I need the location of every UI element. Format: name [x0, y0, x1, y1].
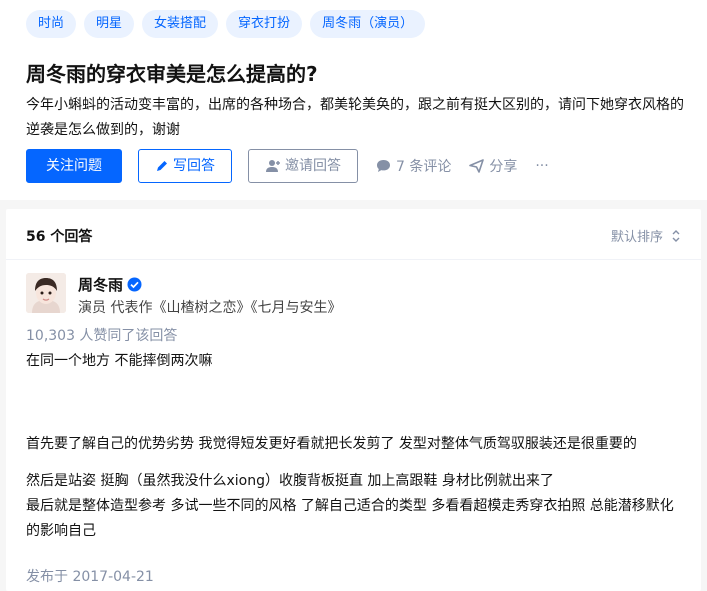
share-button[interactable]: 分享	[469, 156, 517, 176]
topic-tag[interactable]: 女装搭配	[142, 10, 219, 38]
comment-icon	[376, 159, 391, 173]
write-answer-label: 写回答	[173, 158, 215, 174]
sort-dropdown[interactable]: 默认排序	[611, 226, 681, 245]
comments-button[interactable]: 7 条评论	[376, 156, 451, 176]
author-info: 周冬雨 演员 代表作《山楂树之恋》《七月与安生》	[78, 273, 341, 317]
question-description: 今年小蝌蚪的活动变丰富的，出席的各种场合，都美轮美奂的，跟之前有挺大区别的，请问…	[26, 97, 684, 138]
sort-label: 默认排序	[610, 230, 663, 245]
avatar[interactable]	[26, 273, 66, 313]
answer-count: 56 个回答	[26, 229, 93, 245]
vote-count: 10,303 人赞同了该回答	[26, 328, 178, 344]
topic-tag[interactable]: 周冬雨（演员）	[310, 10, 426, 38]
topic-tag[interactable]: 穿衣打扮	[226, 10, 303, 38]
share-label: 分享	[489, 159, 518, 175]
more-button[interactable]: ···	[535, 158, 548, 174]
invite-answer-button[interactable]: 邀请回答	[248, 149, 358, 183]
follow-question-label: 关注问题	[46, 158, 102, 174]
share-icon	[469, 159, 485, 173]
pen-icon	[155, 159, 169, 173]
author-bio: 演员 代表作《山楂树之恋》《七月与安生》	[78, 300, 342, 316]
answer-list-card: 56 个回答 默认排序 周冬雨 演员 代表作《山楂树之恋》《七月与安生》 10,…	[6, 209, 701, 591]
answer-author: 周冬雨 演员 代表作《山楂树之恋》《七月与安生》	[26, 273, 341, 317]
invite-answer-label: 邀请回答	[285, 158, 341, 174]
topic-tag[interactable]: 时尚	[26, 10, 77, 38]
publish-date[interactable]: 发布于 2017-04-21	[26, 566, 154, 586]
question-card: 时尚 明星 女装搭配 穿衣打扮 周冬雨（演员） 周冬雨的穿衣审美是怎么提高的? …	[0, 0, 707, 200]
verified-icon	[127, 277, 142, 292]
answer-paragraph: 在同一个地方 不能摔倒两次嘛	[26, 353, 213, 369]
comments-label: 7 条评论	[396, 159, 452, 175]
answer-paragraph: 首先要了解自己的优势劣势 我觉得短发更好看就把长发剪了 发型对整体气质驾驭服装还…	[26, 436, 637, 452]
author-name-row: 周冬雨	[78, 273, 341, 295]
question-title: 周冬雨的穿衣审美是怎么提高的?	[26, 62, 318, 86]
answer-content: 在同一个地方 不能摔倒两次嘛 首先要了解自己的优势劣势 我觉得短发更好看就把长发…	[26, 349, 681, 544]
answer-list-header: 56 个回答 默认排序	[26, 226, 681, 246]
sort-icon	[671, 229, 681, 243]
topic-tag[interactable]: 明星	[84, 10, 135, 38]
more-label: ···	[535, 158, 549, 174]
follow-question-button[interactable]: 关注问题	[26, 149, 122, 183]
answer-paragraph: 然后是站姿 挺胸（虽然我没什么xiong）收腹背板挺直 加上高跟鞋 身材比例就出…	[26, 473, 554, 489]
add-user-icon	[265, 159, 281, 173]
answer-paragraph: 最后就是整体造型参考 多试一些不同的风格 了解自己适合的类型 多看看超模走秀穿衣…	[26, 498, 674, 539]
question-actions: 关注问题 写回答 邀请回答 7 条评论 分享 ···	[26, 149, 549, 183]
topic-list: 时尚 明星 女装搭配 穿衣打扮 周冬雨（演员）	[26, 10, 426, 38]
divider	[6, 259, 701, 260]
author-name[interactable]: 周冬雨	[78, 274, 123, 295]
write-answer-button[interactable]: 写回答	[138, 149, 232, 183]
